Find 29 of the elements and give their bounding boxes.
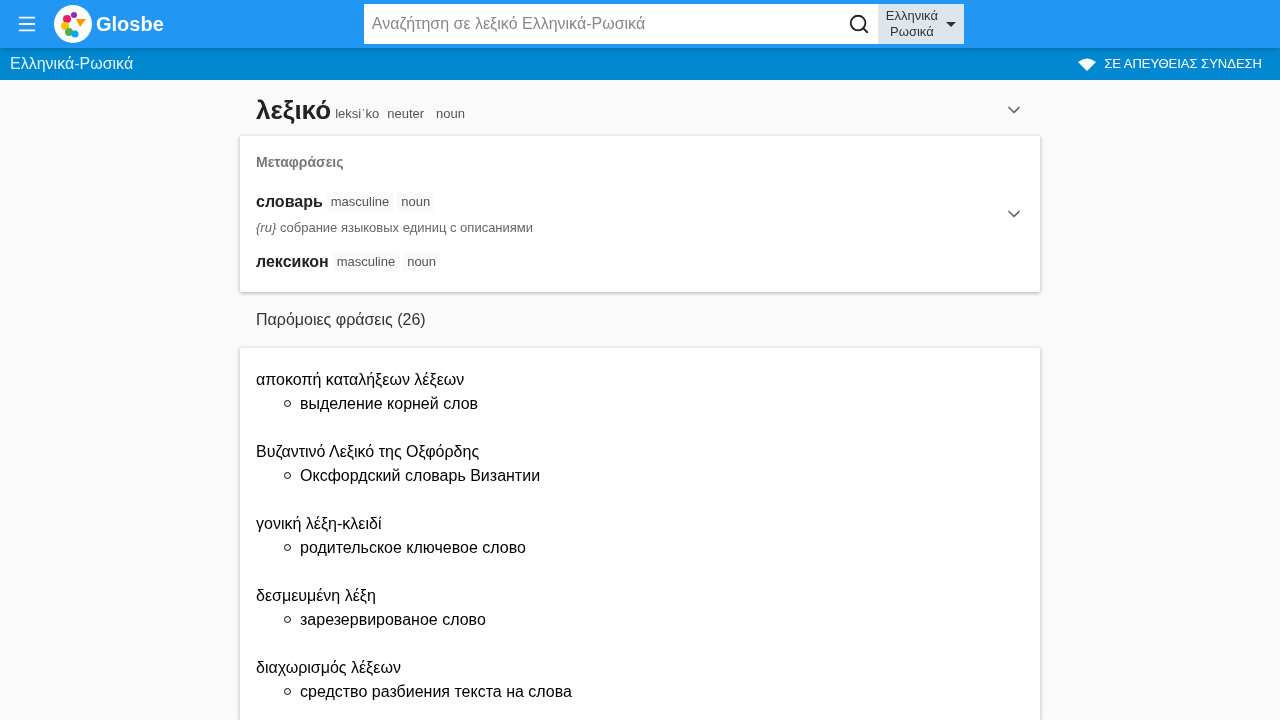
phrase[interactable]: Βυζαντινό Λεξικό της Οξφόρδης: [256, 439, 1024, 464]
online-status: ΣΕ ΑΠΕΥΘΕΙΑΣ ΣΥΝΔΕΣΗ: [1104, 55, 1262, 74]
phrase[interactable]: γονική λέξη-κλειδί: [256, 511, 1024, 536]
phrase-translation: Оксфордский словарь Византии: [300, 465, 541, 486]
phrase[interactable]: αποκοπή καταλήξεων λέξεων: [256, 367, 1024, 392]
headword: λεξικό: [256, 93, 332, 127]
caret-icon: [945, 21, 956, 27]
phrase[interactable]: δεσμευμένη λέξη: [256, 583, 1024, 608]
phrase-translation: средство разбиения текста на слова: [300, 681, 572, 702]
grammar-tag: masculine: [326, 192, 394, 212]
translation-word[interactable]: лексикон: [256, 249, 329, 274]
phrase-translation: выделение корней слов: [300, 393, 479, 414]
grammar-tag: noun: [403, 251, 441, 272]
logo-icon: [54, 5, 92, 43]
phrase[interactable]: διαχωρισμός λέξεων: [256, 655, 1024, 680]
language-dropdown[interactable]: Ελληνικά Ρωσικά: [877, 4, 964, 44]
phrase-translation: зарезервированое слово: [300, 609, 486, 630]
grammar-tag: noun: [397, 192, 435, 212]
wifi-icon: [1078, 57, 1097, 71]
phrase-translation: родительское ключевое слово: [300, 537, 526, 558]
search-icon[interactable]: [847, 13, 870, 35]
translation-description: {ru} собрание языковых единиц с описаниями: [256, 219, 534, 237]
logo-text: Glosbe: [96, 12, 164, 37]
dictionary-title: Ελληνικά-Ρωσικά: [10, 54, 134, 74]
transcription: leksiˈko: [335, 105, 380, 124]
section-heading: Μεταφράσεις: [256, 153, 345, 172]
translation-word[interactable]: словарь: [256, 190, 323, 214]
grammar-tag: masculine: [332, 251, 400, 272]
section-heading: Παρόμοιες φράσεις (26): [255, 309, 427, 330]
